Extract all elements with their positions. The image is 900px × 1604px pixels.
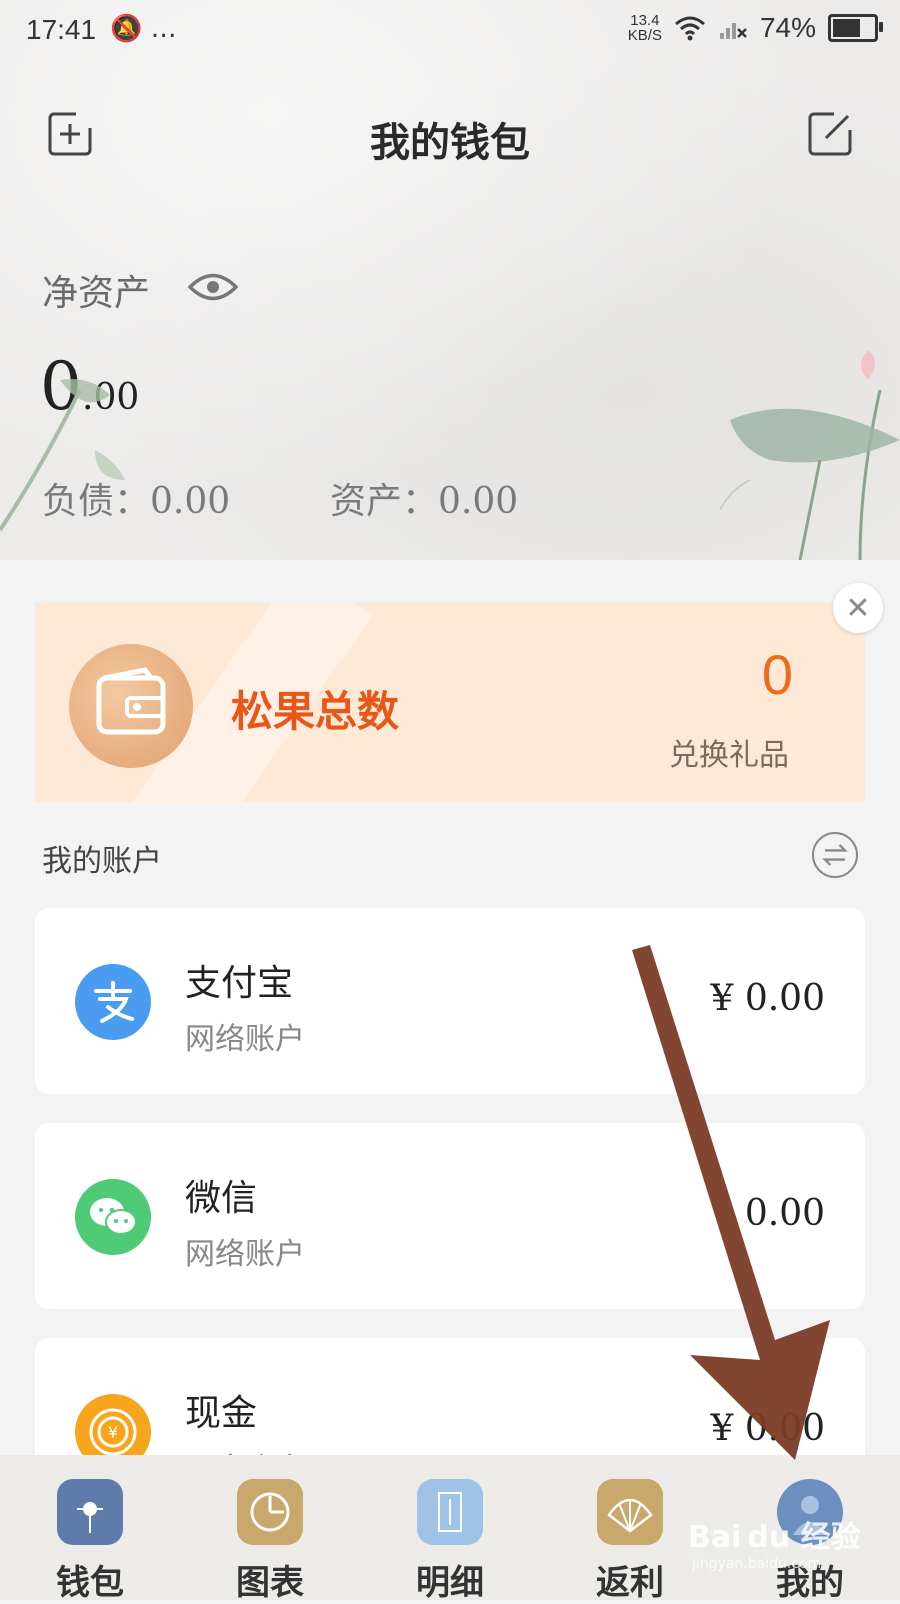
detail-tab-glyph [438,1492,462,1532]
pinecone-total-count: 0 [761,643,793,706]
battery-fill [833,19,860,37]
status-right: 13.4 KB/S 74% [628,12,883,44]
signal-icon [719,23,747,39]
account-card-alipay[interactable]: 支付宝 网络账户 ¥ 0.00 [35,908,865,1094]
mute-icon: 🔕 … [110,14,177,44]
wallet-tab-icon [57,1479,123,1545]
rebate-tab-glyph [607,1498,653,1533]
wechat-glyph [90,1198,137,1235]
alipay-icon [75,964,151,1040]
watermark-logo: Bai du 经验 [688,1520,861,1555]
status-bar: 17:41 🔕 … 13.4 KB/S 74% [0,0,900,62]
net-speed-value: 13.4 [630,12,660,29]
account-name: 现金 [185,1393,258,1434]
account-name: 微信 [185,1178,258,1219]
wifi-icon [674,16,705,41]
battery-icon [828,14,883,42]
wechat-icon [75,1179,151,1255]
switch-icon[interactable] [812,832,858,878]
assets-text: 资产：0.00 [330,481,519,522]
chart-tab-glyph [250,1492,290,1532]
tab-label: 钱包 [56,1563,124,1603]
top-bar: 我的钱包 [0,90,900,180]
close-icon[interactable]: ✕ [833,583,883,633]
status-time: 17:41 [26,14,97,45]
detail-tab-icon [417,1479,483,1545]
pinecone-total-label: 松果总数 [231,687,400,736]
account-amount: ¥ 0.00 [710,1408,825,1449]
account-card-wechat[interactable]: 微信 网络账户 0.00 [35,1123,865,1309]
lotus-left-decoration [0,379,125,532]
page-title: 我的钱包 [370,119,530,166]
tab-label: 明细 [416,1563,484,1603]
wallet-tab-glyph [77,1502,103,1533]
my-accounts-title: 我的账户 [42,844,162,879]
eye-icon[interactable] [188,270,238,304]
more-indicator: … [150,14,177,44]
net-speed-unit: KB/S [627,27,662,44]
account-type: 网络账户 [185,1022,305,1057]
edit-square-icon[interactable] [806,110,854,158]
tab-detail[interactable]: 明细 [360,1455,540,1603]
net-speed: 13.4 KB/S [628,13,662,43]
cash-glyph: ¥ [89,1408,137,1456]
svg-text:¥: ¥ [108,1423,118,1442]
tab-chart[interactable]: 图表 [180,1455,360,1603]
chart-tab-icon [237,1479,303,1545]
exchange-gift-link[interactable]: 兑换礼品 [669,730,789,774]
lotus-decoration [719,350,900,560]
alipay-glyph [94,981,134,1023]
net-assets-label: 净资产 [42,273,151,314]
battery-percent: 74% [759,12,816,43]
rebate-tab-icon [597,1479,663,1545]
wallet-badge [69,644,193,768]
account-type: 网络账户 [185,1237,305,1272]
account-amount: 0.00 [744,1193,825,1234]
account-name: 支付宝 [185,963,294,1004]
pinecone-banner[interactable]: 松果总数 0 兑换礼品 [35,602,865,802]
wallet-icon [96,667,166,735]
tab-wallet[interactable]: 钱包 [0,1455,180,1603]
account-amount: ¥ 0.00 [710,978,825,1019]
tab-label: 图表 [236,1563,304,1603]
watermark-url: jingyan.baidu.com [692,1556,822,1572]
